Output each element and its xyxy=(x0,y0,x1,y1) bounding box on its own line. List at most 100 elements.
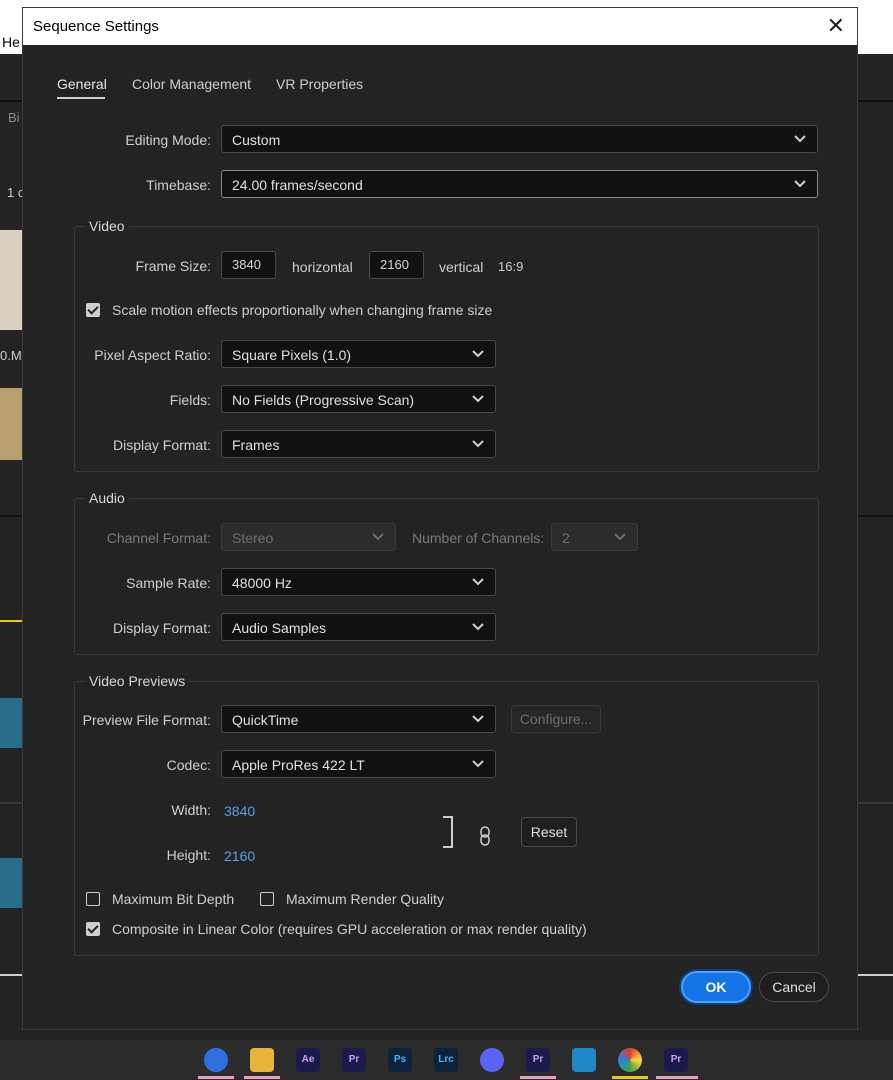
number-of-channels-label: Number of Channels: xyxy=(412,530,545,546)
editing-mode-label: Editing Mode: xyxy=(125,132,211,148)
channel-format-label: Channel Format: xyxy=(106,530,211,546)
firefox-icon[interactable] xyxy=(204,1048,228,1072)
cancel-button[interactable]: Cancel xyxy=(759,972,829,1002)
taskbar-indicator xyxy=(520,1076,556,1079)
number-of-channels-value: 2 xyxy=(562,530,570,546)
video-display-format-value: Frames xyxy=(232,437,280,453)
max-render-quality-label: Maximum Render Quality xyxy=(286,891,444,907)
preview-file-format-dropdown[interactable]: QuickTime xyxy=(221,705,496,733)
pixel-aspect-ratio-value: Square Pixels (1.0) xyxy=(232,347,352,363)
max-bit-depth-label: Maximum Bit Depth xyxy=(112,891,235,907)
preview-height-value[interactable]: 2160 xyxy=(224,848,255,864)
frame-height-input[interactable]: 2160 xyxy=(369,251,424,279)
chevron-down-icon xyxy=(471,621,485,633)
sample-rate-dropdown[interactable]: 48000 Hz xyxy=(221,568,496,596)
timebase-dropdown[interactable]: 24.00 frames/second xyxy=(221,170,818,198)
pixel-aspect-ratio-label: Pixel Aspect Ratio: xyxy=(94,347,211,363)
fields-label: Fields: xyxy=(169,392,211,408)
chevron-down-icon xyxy=(471,438,485,450)
ok-button[interactable]: OK xyxy=(681,971,751,1003)
link-icon[interactable] xyxy=(479,826,491,851)
video-display-format-dropdown[interactable]: Frames xyxy=(221,430,496,458)
vertical-label: vertical xyxy=(439,259,484,275)
video-group-title: Video xyxy=(85,218,129,234)
background-label: 0.M xyxy=(0,348,22,363)
codec-dropdown[interactable]: Apple ProRes 422 LT xyxy=(221,750,496,778)
photoshop-icon[interactable]: Ps xyxy=(388,1048,412,1072)
dialog-title: Sequence Settings xyxy=(33,18,159,35)
reset-button[interactable]: Reset xyxy=(521,817,577,847)
configure-button[interactable]: Configure... xyxy=(511,705,601,733)
max-render-quality-checkbox[interactable] xyxy=(260,892,274,906)
editing-mode-dropdown[interactable]: Custom xyxy=(221,125,818,153)
channel-format-value: Stereo xyxy=(232,530,274,546)
sequence-settings-dialog: Sequence Settings ✕ General Color Manage… xyxy=(22,7,858,1030)
chevron-down-icon xyxy=(793,133,807,145)
frame-width-input[interactable]: 3840 xyxy=(221,251,276,279)
audio-display-format-label: Display Format: xyxy=(112,620,211,636)
preview-file-format-label: Preview File Format: xyxy=(82,712,211,728)
scale-motion-label: Scale motion effects proportionally when… xyxy=(112,302,493,318)
editing-mode-value: Custom xyxy=(232,132,281,148)
chevron-down-icon xyxy=(613,531,627,543)
background-thumbnail xyxy=(0,230,22,330)
active-tab-indicator xyxy=(57,97,105,99)
horizontal-label: horizontal xyxy=(292,259,353,275)
title-bar: Sequence Settings ✕ xyxy=(23,8,857,45)
audio-group-title: Audio xyxy=(85,490,129,506)
premiere-pro-icon[interactable]: Pr xyxy=(342,1048,366,1072)
width-label: Width: xyxy=(171,802,211,818)
number-of-channels-dropdown[interactable]: 2 xyxy=(551,523,638,551)
background-thumbnail xyxy=(0,388,22,460)
background-clip xyxy=(0,858,22,908)
composite-linear-label: Composite in Linear Color (requires GPU … xyxy=(112,921,587,937)
background-partial-text: He xyxy=(2,34,20,50)
preview-file-format-value: QuickTime xyxy=(232,712,299,728)
file-explorer-icon[interactable] xyxy=(250,1048,274,1072)
background-clip xyxy=(0,698,22,748)
discord-icon[interactable] xyxy=(480,1048,504,1072)
premiere-pro-icon-2[interactable]: Pr xyxy=(526,1048,550,1072)
premiere-pro-icon-3[interactable]: Pr xyxy=(664,1048,688,1072)
taskbar-indicator xyxy=(244,1076,280,1079)
chevron-down-icon xyxy=(471,576,485,588)
taskbar-indicator xyxy=(656,1076,698,1079)
codec-label: Codec: xyxy=(166,757,211,773)
lightroom-classic-icon[interactable]: Lrc xyxy=(434,1048,458,1072)
close-icon[interactable]: ✕ xyxy=(827,14,845,38)
tab-general[interactable]: General xyxy=(57,76,107,92)
scale-motion-checkbox[interactable] xyxy=(86,303,100,317)
playhead-marker xyxy=(0,620,22,622)
sample-rate-value: 48000 Hz xyxy=(232,575,292,591)
timebase-value: 24.00 frames/second xyxy=(232,177,363,193)
codec-value: Apple ProRes 422 LT xyxy=(232,757,365,773)
frame-size-label: Frame Size: xyxy=(135,258,211,274)
background-label: Bi xyxy=(8,110,20,125)
chevron-down-icon xyxy=(471,758,485,770)
video-display-format-label: Display Format: xyxy=(112,437,211,453)
preview-width-value[interactable]: 3840 xyxy=(224,803,255,819)
fields-value: No Fields (Progressive Scan) xyxy=(232,392,415,408)
video-previews-group-title: Video Previews xyxy=(85,673,190,689)
audio-display-format-dropdown[interactable]: Audio Samples xyxy=(221,613,496,641)
after-effects-icon[interactable]: Ae xyxy=(296,1048,320,1072)
tab-vr-properties[interactable]: VR Properties xyxy=(276,76,363,92)
channel-format-dropdown[interactable]: Stereo xyxy=(221,523,396,551)
chevron-down-icon xyxy=(371,531,385,543)
height-label: Height: xyxy=(166,847,211,863)
sample-rate-label: Sample Rate: xyxy=(126,575,211,591)
composite-linear-checkbox[interactable] xyxy=(86,922,100,936)
taskbar-indicator xyxy=(612,1076,648,1079)
timebase-label: Timebase: xyxy=(146,177,211,193)
camera-icon[interactable] xyxy=(572,1048,596,1072)
audio-display-format-value: Audio Samples xyxy=(232,620,327,636)
chevron-down-icon xyxy=(471,713,485,725)
link-bracket xyxy=(443,816,453,848)
davinci-icon[interactable] xyxy=(618,1048,642,1072)
chevron-down-icon xyxy=(471,348,485,360)
fields-dropdown[interactable]: No Fields (Progressive Scan) xyxy=(221,385,496,413)
chevron-down-icon xyxy=(793,178,807,190)
max-bit-depth-checkbox[interactable] xyxy=(86,892,100,906)
pixel-aspect-ratio-dropdown[interactable]: Square Pixels (1.0) xyxy=(221,340,496,368)
tab-color-management[interactable]: Color Management xyxy=(132,76,251,92)
